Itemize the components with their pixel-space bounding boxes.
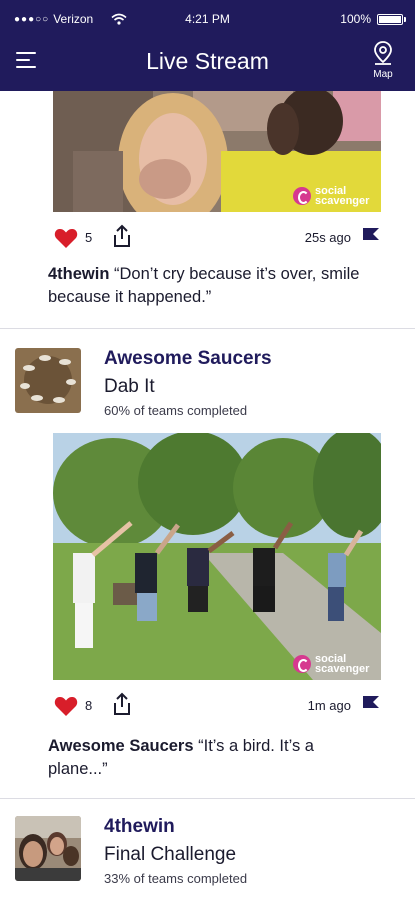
feed[interactable]: social scavenger 5 25s ago 4thewin “Don’… [0, 91, 415, 900]
brand-logo-icon [293, 655, 311, 673]
flag-icon[interactable] [361, 694, 381, 716]
page-title: Live Stream [146, 48, 269, 74]
post-header: 4thewin Final Challenge 33% of teams com… [15, 816, 405, 886]
completion-text: 60% of teams completed [104, 403, 248, 418]
map-pin-icon [374, 41, 392, 65]
battery-percent: 100% [340, 12, 371, 26]
flag-icon[interactable] [361, 226, 381, 248]
avatar-image [15, 816, 81, 881]
challenge-name: Final Challenge [104, 844, 237, 865]
caption-team[interactable]: 4thewin [48, 265, 109, 283]
like-count: 5 [85, 230, 93, 245]
post-caption: Awesome Saucers “It’s a bird. It’s a pla… [48, 735, 378, 781]
heart-icon[interactable] [53, 694, 79, 718]
completion-text: 33% of teams completed [104, 871, 248, 886]
map-label: Map [373, 69, 393, 80]
brand-logo-icon [293, 187, 311, 205]
post-actions: 8 1m ago [53, 692, 381, 718]
post-actions: 5 25s ago [53, 224, 381, 250]
map-button[interactable]: Map [369, 40, 397, 80]
divider [0, 328, 415, 329]
post-time: 1m ago [307, 698, 351, 713]
caption-team[interactable]: Awesome Saucers [48, 737, 194, 755]
post-caption: 4thewin “Don’t cry because it’s over, sm… [48, 263, 378, 309]
post-header: Awesome Saucers Dab It 60% of teams comp… [15, 348, 405, 418]
post-time: 25s ago [304, 230, 351, 245]
avatar[interactable] [15, 348, 81, 413]
avatar-image [15, 348, 81, 413]
share-icon[interactable] [111, 692, 133, 716]
heart-icon[interactable] [53, 226, 79, 250]
team-name[interactable]: Awesome Saucers [104, 348, 272, 370]
challenge-name: Dab It [104, 376, 155, 397]
team-name[interactable]: 4thewin [104, 816, 175, 838]
brand-watermark: social scavenger [293, 186, 373, 207]
status-bar: ●●●○○ Verizon 4:21 PM 100% [0, 12, 415, 28]
battery-icon [377, 13, 406, 25]
like-count: 8 [85, 698, 93, 713]
app-header: ●●●○○ Verizon 4:21 PM 100% Live Stream M… [0, 0, 415, 91]
avatar[interactable] [15, 816, 81, 881]
post-photo[interactable]: social scavenger [53, 433, 381, 680]
post-photo[interactable]: social scavenger [53, 91, 381, 212]
share-icon[interactable] [111, 224, 133, 248]
brand-watermark: social scavenger [293, 654, 373, 675]
dab-photo-image [53, 433, 381, 680]
divider [0, 798, 415, 799]
nav-bar: Live Stream Map [0, 40, 415, 84]
